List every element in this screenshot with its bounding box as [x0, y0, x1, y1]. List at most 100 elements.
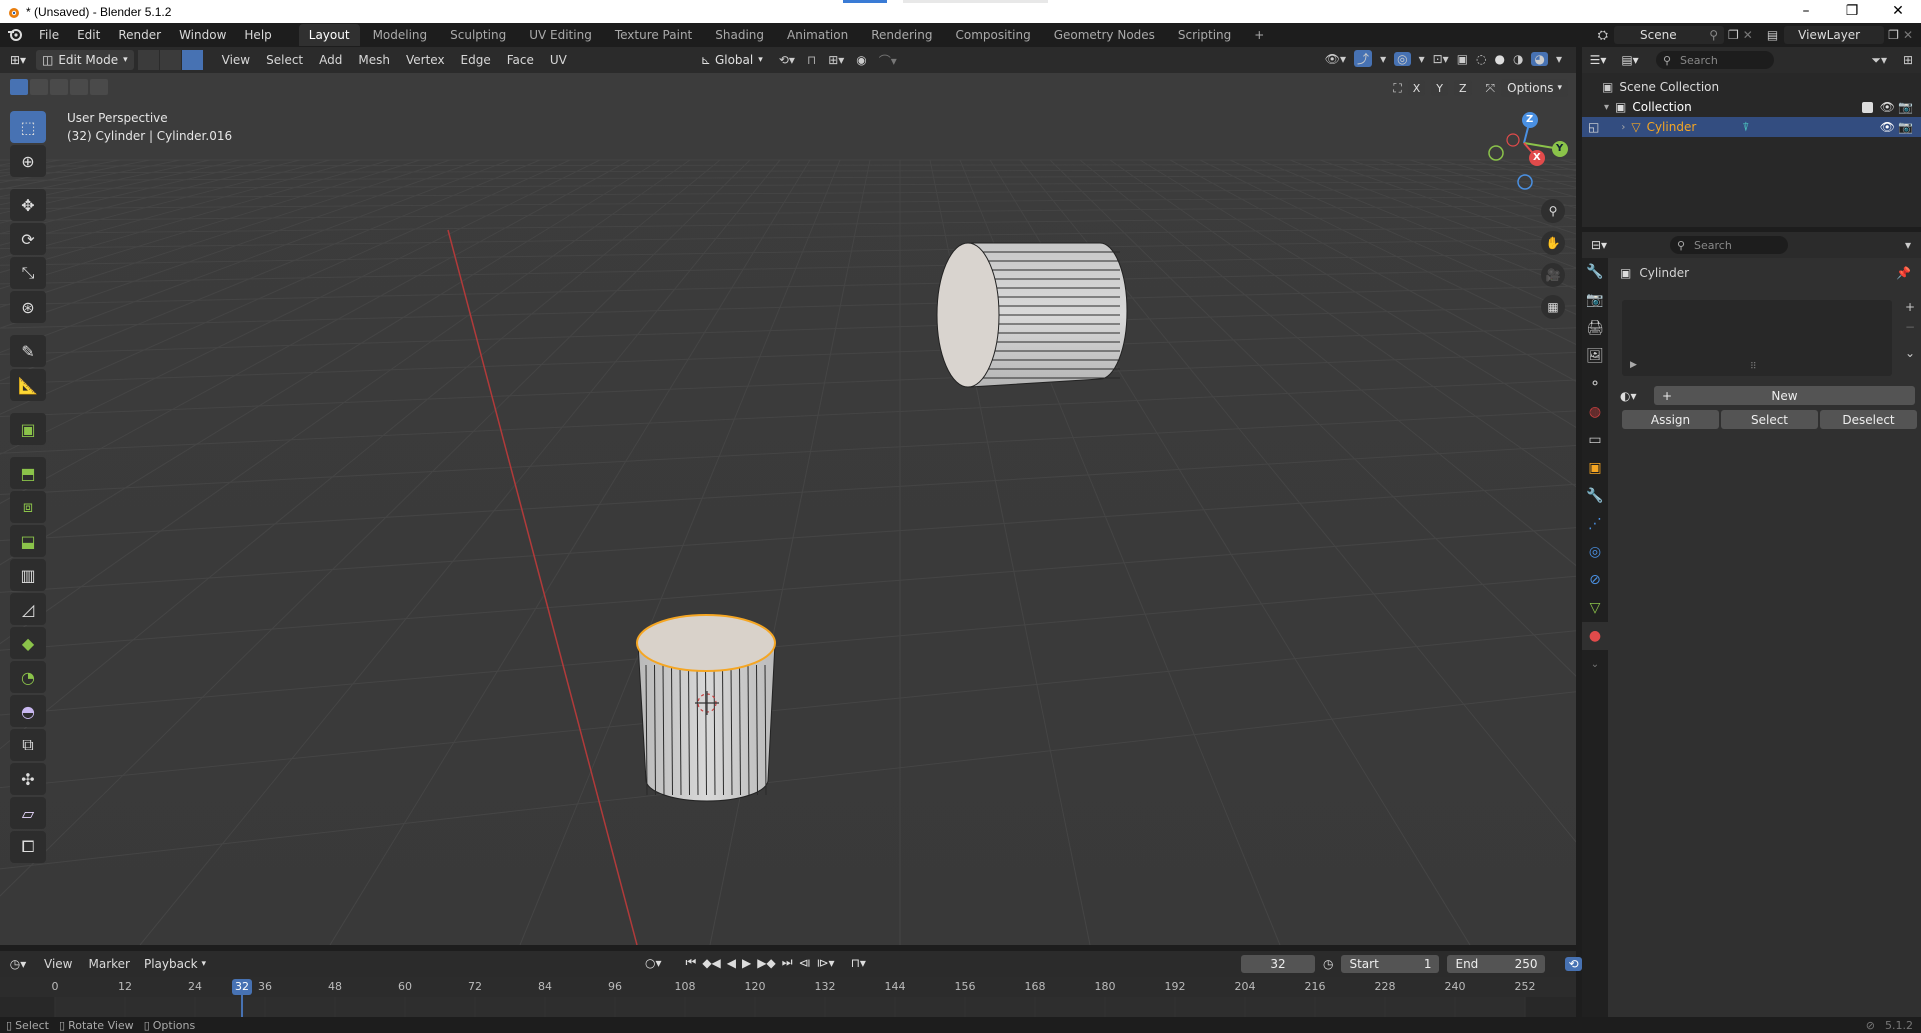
editor-type-icon[interactable]: ⊞▾	[0, 53, 36, 67]
display-mode-icon[interactable]: ▤▾	[1614, 53, 1646, 67]
gizmo-y-label[interactable]: Y	[1556, 143, 1563, 154]
scene-selector-icon[interactable]: ⛭	[1598, 28, 1608, 43]
wireframe-shading-icon[interactable]: ◌	[1476, 52, 1486, 66]
select-extend-icon[interactable]	[30, 79, 48, 95]
pin-icon[interactable]: 📌	[1896, 266, 1911, 280]
resize-handle-icon[interactable]: ⠿	[1750, 362, 1757, 372]
shading-options-icon[interactable]: ▾	[1556, 52, 1562, 66]
tab-animation[interactable]: Animation	[777, 24, 858, 46]
rendered-shading-icon[interactable]: ◕	[1531, 51, 1548, 66]
solid-shading-icon[interactable]: ●	[1495, 52, 1505, 66]
menu-window[interactable]: Window	[170, 23, 235, 47]
mirror-icon[interactable]: ⛶	[1393, 81, 1401, 96]
gizmo-z-label[interactable]: Z	[1526, 114, 1533, 125]
menu-face[interactable]: Face	[499, 53, 542, 67]
tab-texture-paint[interactable]: Texture Paint	[605, 24, 702, 46]
spin-tool[interactable]: ◔	[10, 661, 46, 693]
outliner-row-scene-collection[interactable]: ▣ Scene Collection	[1582, 77, 1921, 97]
snapping-icon[interactable]: ⊓▾	[851, 956, 866, 970]
measure-tool[interactable]: 📐	[10, 369, 46, 401]
play-icon[interactable]: ▶	[742, 956, 751, 970]
edge-select-button[interactable]	[159, 50, 182, 70]
perspective-toggle-icon[interactable]: ▦	[1541, 295, 1565, 319]
modifier-tab-icon[interactable]: 🔧	[1582, 482, 1608, 510]
select-new-icon[interactable]	[10, 79, 28, 95]
slot-menu-icon[interactable]: ⌄	[1905, 346, 1915, 360]
tab-rendering[interactable]: Rendering	[861, 24, 942, 46]
auto-keying-icon[interactable]: ○▾	[645, 956, 662, 970]
material-browse-icon[interactable]: ◐▾	[1620, 389, 1650, 403]
outliner-search-input[interactable]: ⚲ Search	[1656, 51, 1774, 69]
new-scene-icon[interactable]: ❐	[1728, 28, 1739, 42]
menu-help[interactable]: Help	[235, 23, 280, 47]
more-tabs-icon[interactable]: ⌄	[1582, 650, 1608, 678]
mode-selector[interactable]: ◫ Edit Mode ▾	[36, 50, 134, 70]
clock-icon[interactable]: ◷	[1323, 957, 1333, 971]
keyframe-prev-step-icon[interactable]: ⧏	[799, 956, 811, 970]
tab-modeling[interactable]: Modeling	[363, 24, 438, 46]
snap-target-icon[interactable]: ⊞▾	[828, 53, 844, 67]
edge-slide-tool[interactable]: ⧉	[10, 729, 46, 761]
menu-vertex[interactable]: Vertex	[398, 53, 453, 67]
transform-orientation-selector[interactable]: ⊾ Global ▾	[695, 50, 769, 70]
maximize-button[interactable]: ❐	[1829, 0, 1875, 23]
options-dropdown[interactable]: Options ▾	[1501, 79, 1568, 97]
cursor-tool[interactable]: ⊕	[10, 145, 46, 177]
sync-icon[interactable]: ⟲	[1565, 957, 1582, 971]
constraints-tab-icon[interactable]: ⊘	[1582, 566, 1608, 594]
xray-toggle-icon[interactable]: ▣	[1457, 52, 1468, 66]
smooth-tool[interactable]: ◓	[10, 695, 46, 727]
menu-view[interactable]: View	[214, 53, 258, 67]
axis-x-toggle[interactable]: X	[1407, 80, 1426, 96]
knife-tool[interactable]: ◿	[10, 593, 46, 625]
vertex-select-button[interactable]	[137, 50, 160, 70]
render-tab-icon[interactable]: 📷	[1582, 286, 1608, 314]
current-frame-field[interactable]: 32	[1241, 955, 1315, 973]
properties-options-icon[interactable]: ▾	[1905, 238, 1911, 252]
move-tool[interactable]: ✥	[10, 189, 46, 221]
keyframe-next-step-icon[interactable]: ⧐▾	[817, 956, 835, 970]
menu-add[interactable]: Add	[311, 53, 350, 67]
view-layer-icon[interactable]: ▤	[1767, 28, 1778, 42]
visibility-eye-icon[interactable]: 👁	[1880, 120, 1895, 134]
render-camera-icon[interactable]: 📷	[1898, 120, 1913, 134]
filter-icon[interactable]: ⏷▾	[1871, 53, 1887, 68]
expand-icon[interactable]: ▾	[1604, 102, 1609, 113]
exclude-checkbox-icon[interactable]	[1862, 101, 1873, 113]
blender-menu-icon[interactable]	[0, 27, 30, 44]
delete-view-layer-icon[interactable]: ✕	[1903, 28, 1913, 42]
menu-render[interactable]: Render	[109, 23, 170, 47]
output-tab-icon[interactable]: 🖨	[1582, 314, 1608, 342]
auto-merge-icon[interactable]: ⤧	[1486, 81, 1496, 96]
add-slot-icon[interactable]: +	[1905, 300, 1915, 314]
menu-uv[interactable]: UV	[542, 53, 575, 67]
tool-tab-icon[interactable]: 🔧	[1582, 258, 1608, 286]
timeline-editor-icon[interactable]: ◷▾	[0, 957, 36, 971]
playback-dropdown[interactable]: Playback ▾	[138, 954, 212, 974]
scene-tab-icon[interactable]: ⚬	[1582, 370, 1608, 398]
annotate-tool[interactable]: ✎	[10, 335, 46, 367]
zoom-icon[interactable]: ⚲	[1541, 199, 1565, 223]
material-slots-list[interactable]: ▶ ⠿	[1622, 300, 1892, 376]
playhead[interactable]: 32	[232, 979, 252, 995]
tab-scripting[interactable]: Scripting	[1168, 24, 1241, 46]
gizmo-x-label[interactable]: X	[1533, 152, 1541, 163]
object-tab-icon[interactable]: ▣	[1582, 454, 1608, 482]
add-workspace-button[interactable]: +	[1244, 24, 1274, 46]
start-frame-field[interactable]: Start 1	[1341, 955, 1440, 973]
shear-tool[interactable]: ▱	[10, 797, 46, 829]
expand-icon[interactable]: ›	[1621, 122, 1625, 133]
remove-slot-icon[interactable]: −	[1905, 320, 1915, 334]
new-collection-icon[interactable]: ⊞	[1903, 53, 1913, 67]
physics-tab-icon[interactable]: ◎	[1582, 538, 1608, 566]
tab-uv-editing[interactable]: UV Editing	[519, 24, 602, 46]
assign-button[interactable]: Assign	[1622, 410, 1719, 429]
rip-region-tool[interactable]: ⧠	[10, 831, 46, 863]
overlay-toggle-icon[interactable]: ◎	[1394, 51, 1411, 66]
add-cube-tool[interactable]: ▣	[10, 413, 46, 445]
new-material-button[interactable]: + New	[1654, 386, 1915, 405]
new-view-layer-icon[interactable]: ❐	[1888, 28, 1899, 42]
pan-hand-icon[interactable]: ✋	[1541, 231, 1565, 255]
rotate-tool[interactable]: ⟳	[10, 223, 46, 255]
menu-edit[interactable]: Edit	[68, 23, 109, 47]
